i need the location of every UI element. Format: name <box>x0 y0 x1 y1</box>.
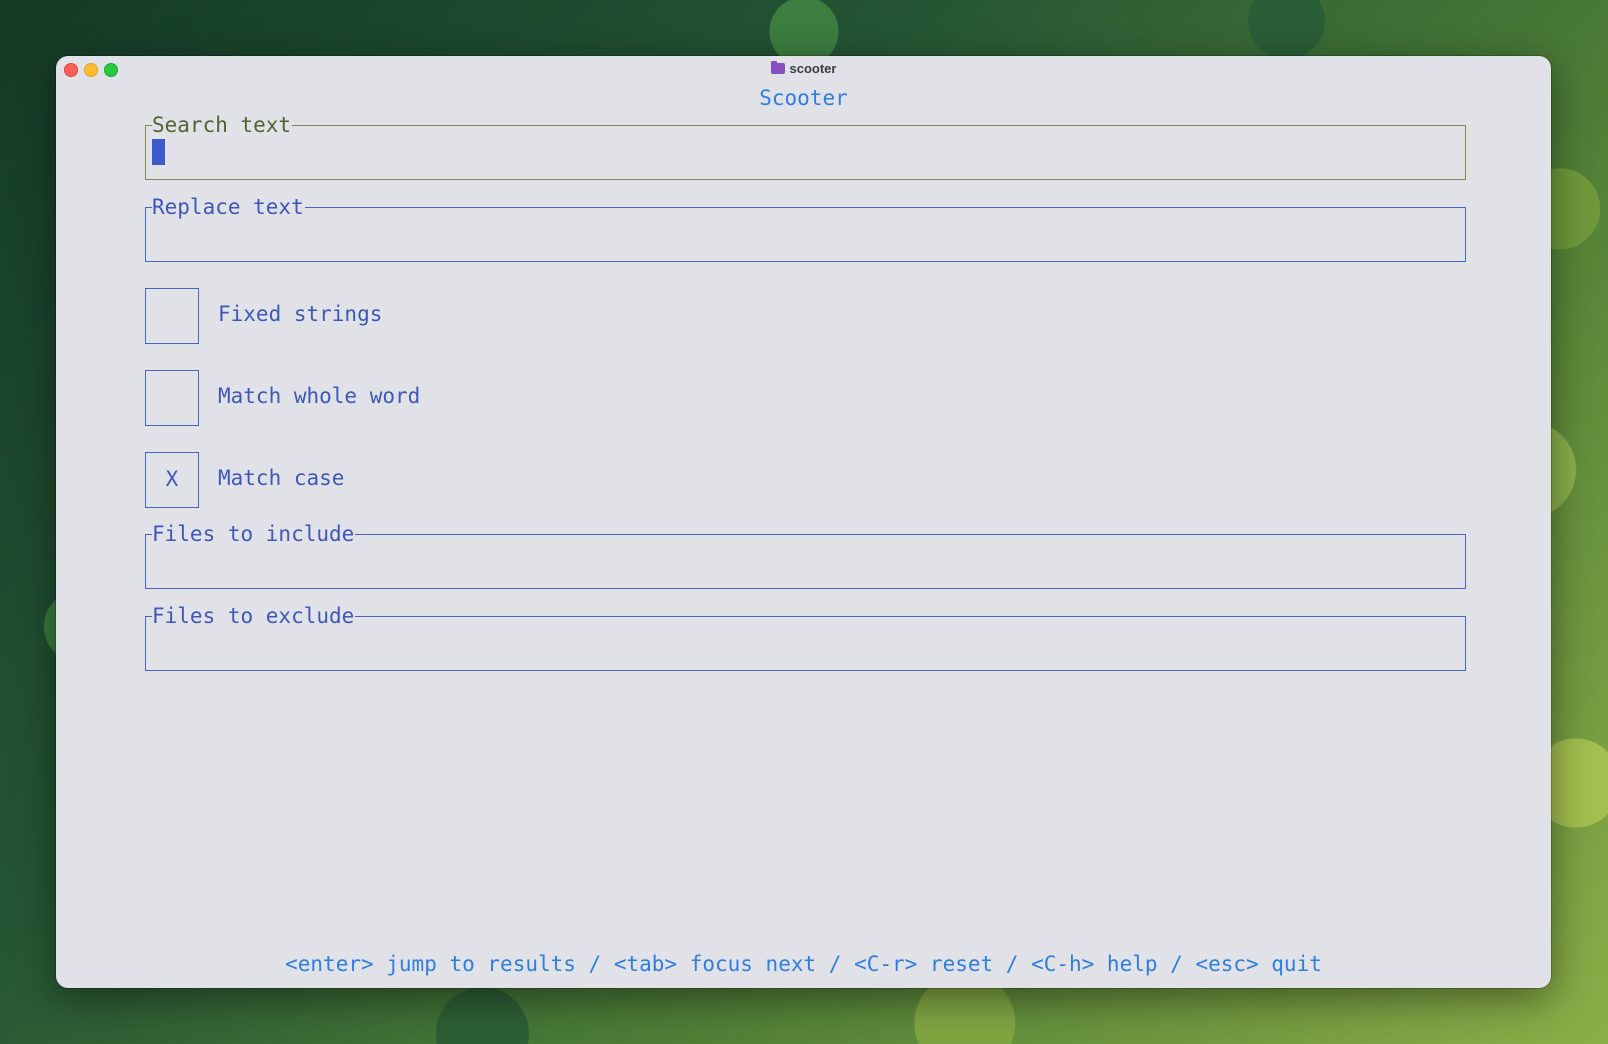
keybinding-hints: <enter> jump to results / <tab> focus ne… <box>285 952 1322 976</box>
terminal-window: scooter Scooter Search text Replace text… <box>56 56 1551 988</box>
window-title-text: scooter <box>789 61 837 76</box>
match-whole-word-checkbox[interactable] <box>145 370 199 426</box>
files-to-exclude-label: Files to exclude <box>152 603 356 629</box>
match-case-checkbox[interactable]: X <box>145 452 199 508</box>
title-bar: scooter <box>56 56 1551 84</box>
app-title: Scooter <box>759 86 848 110</box>
fixed-strings-label: Fixed strings <box>218 302 383 326</box>
search-text-label: Search text <box>152 112 293 138</box>
window-title: scooter <box>56 61 1551 76</box>
replace-text-label: Replace text <box>152 194 305 220</box>
files-to-include-field[interactable]: Files to include <box>145 521 1466 589</box>
text-cursor <box>152 139 165 165</box>
match-whole-word-label: Match whole word <box>218 384 421 408</box>
files-to-exclude-field[interactable]: Files to exclude <box>145 603 1466 671</box>
search-text-field[interactable]: Search text <box>145 112 1466 180</box>
replace-text-field[interactable]: Replace text <box>145 194 1466 262</box>
fixed-strings-checkbox[interactable] <box>145 288 199 344</box>
files-to-include-label: Files to include <box>152 521 356 547</box>
match-case-label: Match case <box>218 466 345 490</box>
folder-icon <box>770 61 785 74</box>
